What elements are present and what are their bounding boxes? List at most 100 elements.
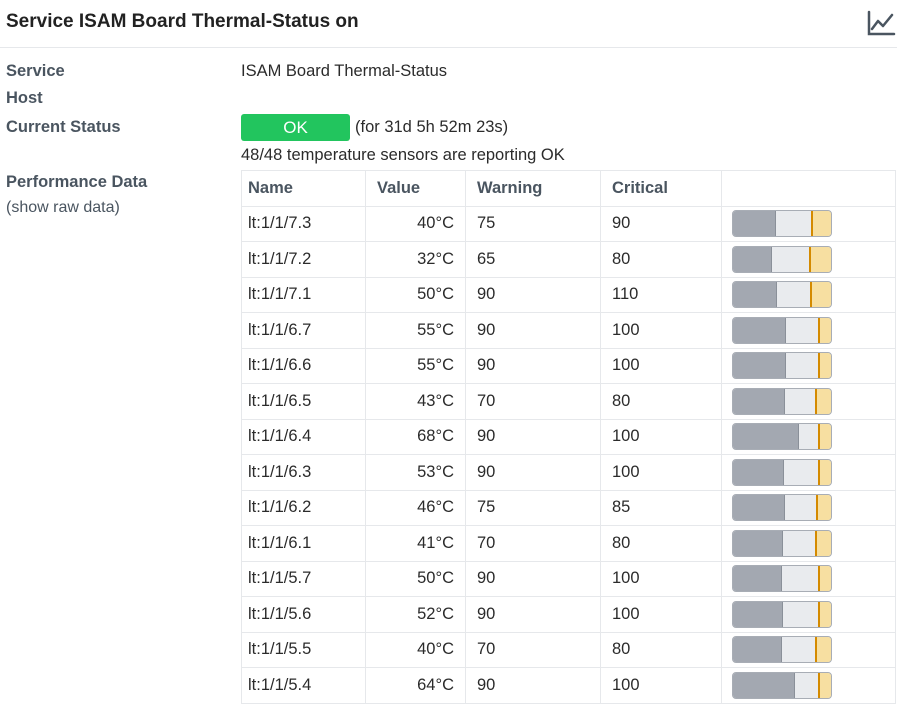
sensor-warning: 90 <box>465 667 601 704</box>
table-row: lt:1/1/5.5 40°C 70 80 <box>241 631 896 668</box>
sensor-gauge <box>732 565 832 593</box>
table-row: lt:1/1/6.2 46°C 75 85 <box>241 489 896 526</box>
sensor-value: 55°C <box>365 347 466 384</box>
sensor-name: lt:1/1/6.1 <box>241 525 366 562</box>
sensor-critical: 85 <box>600 489 722 526</box>
sensor-value: 68°C <box>365 418 466 455</box>
sensor-name: lt:1/1/7.3 <box>241 205 366 242</box>
sensor-name: lt:1/1/6.7 <box>241 312 366 349</box>
gauge-value-fill <box>733 566 782 592</box>
gauge-warning-zone <box>816 495 831 521</box>
sensor-warning: 65 <box>465 241 601 278</box>
sensor-critical: 80 <box>600 525 722 562</box>
sensor-critical: 110 <box>600 276 722 313</box>
table-row: lt:1/1/7.2 32°C 65 80 <box>241 241 896 278</box>
sensor-warning: 90 <box>465 454 601 491</box>
host-label: Host <box>6 89 43 107</box>
sensor-value: 41°C <box>365 525 466 562</box>
sensor-name: lt:1/1/5.5 <box>241 631 366 668</box>
sensor-warning: 90 <box>465 347 601 384</box>
sensor-name: lt:1/1/5.7 <box>241 560 366 597</box>
sensor-warning: 90 <box>465 560 601 597</box>
sensor-gauge-cell <box>721 383 896 420</box>
show-raw-data-link[interactable]: (show raw data) <box>6 199 120 217</box>
status-duration: (for 31d 5h 52m 23s) <box>355 118 509 136</box>
sensor-warning: 75 <box>465 205 601 242</box>
sensor-gauge-cell <box>721 454 896 491</box>
sensor-name: lt:1/1/7.1 <box>241 276 366 313</box>
table-row: lt:1/1/5.4 64°C 90 100 <box>241 667 896 704</box>
table-row: lt:1/1/7.3 40°C 75 90 <box>241 205 896 242</box>
gauge-value-fill <box>733 211 777 237</box>
gauge-warning-zone <box>816 388 831 414</box>
sensor-value: 50°C <box>365 560 466 597</box>
sensor-gauge-cell <box>721 596 896 633</box>
gauge-value-fill <box>733 495 786 521</box>
sensor-gauge-cell <box>721 205 896 242</box>
gauge-warning-zone <box>810 246 831 272</box>
sensor-critical: 100 <box>600 454 722 491</box>
service-label: Service <box>6 62 65 80</box>
gauge-warning-marker <box>817 424 820 450</box>
sensor-gauge <box>732 671 832 699</box>
sensor-value: 40°C <box>365 631 466 668</box>
table-row: lt:1/1/6.4 68°C 90 100 <box>241 418 896 455</box>
sensor-value: 64°C <box>365 667 466 704</box>
sensor-value: 32°C <box>365 241 466 278</box>
gauge-warning-marker <box>809 246 812 272</box>
gauge-warning-zone <box>818 601 831 627</box>
sensor-gauge <box>732 600 832 628</box>
table-row: lt:1/1/6.3 53°C 90 100 <box>241 454 896 491</box>
sensor-gauge <box>732 494 832 522</box>
line-chart-icon[interactable] <box>866 9 896 37</box>
sensor-warning: 70 <box>465 525 601 562</box>
gauge-warning-marker <box>815 637 818 663</box>
page-title: Service ISAM Board Thermal-Status on <box>6 11 359 32</box>
sensor-name: lt:1/1/6.6 <box>241 347 366 384</box>
sensor-gauge-cell <box>721 560 896 597</box>
gauge-value-fill <box>733 246 773 272</box>
gauge-warning-zone <box>818 317 831 343</box>
gauge-warning-marker <box>817 601 820 627</box>
column-header-value: Value <box>365 170 466 207</box>
sensor-name: lt:1/1/6.4 <box>241 418 366 455</box>
gauge-value-fill <box>733 424 799 450</box>
sensor-gauge <box>732 245 832 273</box>
sensor-name: lt:1/1/7.2 <box>241 241 366 278</box>
gauge-warning-zone <box>818 459 831 485</box>
sensor-gauge <box>732 210 832 238</box>
performance-table: Name Value Warning Critical lt:1/1/7.3 40… <box>241 170 896 704</box>
sensor-critical: 100 <box>600 667 722 704</box>
sensor-critical: 90 <box>600 205 722 242</box>
sensor-value: 52°C <box>365 596 466 633</box>
sensor-value: 40°C <box>365 205 466 242</box>
gauge-warning-zone <box>818 353 831 379</box>
gauge-warning-zone <box>818 566 831 592</box>
sensor-warning: 75 <box>465 489 601 526</box>
sensor-warning: 90 <box>465 596 601 633</box>
status-badge: OK <box>241 114 350 141</box>
gauge-warning-zone <box>818 424 831 450</box>
sensor-critical: 100 <box>600 560 722 597</box>
sensor-critical: 100 <box>600 596 722 633</box>
sensor-warning: 70 <box>465 383 601 420</box>
sensor-value: 53°C <box>365 454 466 491</box>
page-header: Service ISAM Board Thermal-Status on <box>0 0 897 48</box>
gauge-warning-marker <box>809 282 812 308</box>
sensor-gauge <box>732 636 832 664</box>
sensor-value: 43°C <box>365 383 466 420</box>
gauge-warning-zone <box>818 672 831 698</box>
gauge-warning-zone <box>810 282 831 308</box>
sensor-gauge-cell <box>721 312 896 349</box>
gauge-warning-marker <box>811 211 814 237</box>
sensor-gauge-cell <box>721 631 896 668</box>
sensor-critical: 80 <box>600 631 722 668</box>
sensor-gauge-cell <box>721 241 896 278</box>
sensor-name: lt:1/1/6.2 <box>241 489 366 526</box>
sensor-critical: 100 <box>600 347 722 384</box>
sensor-warning: 70 <box>465 631 601 668</box>
column-header-gauge <box>721 170 896 207</box>
gauge-warning-marker <box>815 388 818 414</box>
gauge-warning-marker <box>815 495 818 521</box>
sensor-gauge-cell <box>721 667 896 704</box>
